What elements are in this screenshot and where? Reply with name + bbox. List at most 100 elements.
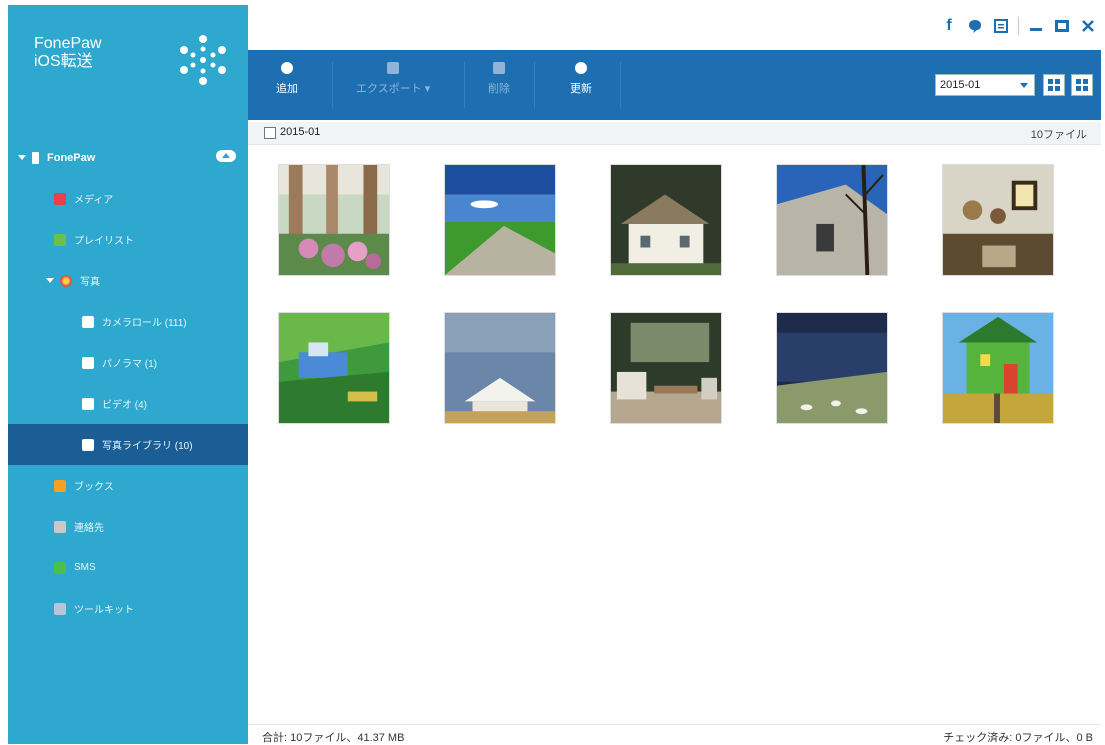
select-all-checkbox[interactable] — [264, 127, 276, 139]
date-filter-select[interactable]: 2015-01 — [935, 74, 1035, 96]
export-button[interactable]: エクスポート ▾ — [356, 62, 430, 96]
camera-icon — [82, 397, 94, 410]
export-icon — [387, 62, 400, 74]
photo-thumbnail — [445, 313, 555, 423]
sidebar-item-label: ツールキット — [74, 605, 134, 616]
eject-icon[interactable] — [216, 150, 236, 162]
sidebar-item-label: パノラマ (1) — [102, 359, 157, 370]
photos-icon — [60, 274, 72, 287]
sidebar-item-sms[interactable]: SMS — [8, 547, 248, 588]
divider — [464, 62, 465, 108]
divider — [620, 62, 621, 108]
refresh-icon — [575, 62, 587, 74]
sidebar-item-books[interactable]: ブックス — [8, 465, 248, 506]
facebook-icon[interactable]: f — [940, 17, 958, 35]
sidebar-item-contacts[interactable]: 連絡先 — [8, 506, 248, 547]
photo-lake-sheep[interactable] — [776, 312, 888, 424]
photo-kitchen-wall[interactable] — [942, 164, 1054, 276]
sidebar-item-label: 連絡先 — [74, 523, 104, 534]
sidebar-item-label: 写真ライブラリ (10) — [102, 441, 193, 452]
register-icon[interactable] — [992, 17, 1010, 35]
sidebar-item-toolkit[interactable]: ツールキット — [8, 588, 248, 629]
sidebar-item-label: ビデオ (4) — [102, 400, 147, 411]
sidebar-item-label: プレイリスト — [74, 236, 134, 247]
photo-village-aerial[interactable] — [278, 312, 390, 424]
contacts-icon — [54, 520, 66, 533]
grid-large-icon — [1048, 79, 1060, 91]
title-bar: f — [248, 5, 1105, 50]
total-status: 合計: 10ファイル、41.37 MB — [262, 732, 405, 744]
camera-icon — [82, 356, 94, 369]
photo-thumbnail — [445, 165, 555, 275]
add-button[interactable]: 追加 — [276, 62, 298, 96]
camera-icon — [82, 315, 94, 328]
trash-icon — [493, 62, 505, 74]
photo-gazebo-flowers[interactable] — [278, 164, 390, 276]
divider — [534, 62, 535, 108]
photo-thumbnail — [943, 165, 1053, 275]
sidebar-item-label: SMS — [74, 562, 96, 573]
feedback-icon[interactable] — [966, 17, 984, 35]
book-icon — [54, 479, 66, 492]
refresh-label: 更新 — [570, 83, 592, 95]
photo-grid — [248, 144, 1101, 724]
app-logo: FonePaw iOS転送 — [8, 5, 248, 115]
photo-white-house-sky[interactable] — [444, 312, 556, 424]
maximize-icon[interactable] — [1053, 17, 1071, 35]
minimize-icon[interactable] — [1027, 17, 1045, 35]
sidebar-item-label: 写真 — [80, 277, 100, 288]
delete-label: 削除 — [488, 83, 510, 95]
device-tree: FonePaw メディア プレイリスト 写真 カメラロール (111) パノラマ… — [8, 137, 248, 629]
photo-thumbnail — [279, 313, 389, 423]
plus-circle-icon — [281, 62, 293, 74]
date-filter-value: 2015-01 — [940, 79, 981, 91]
refresh-button[interactable]: 更新 — [570, 62, 592, 96]
divider — [1018, 17, 1019, 35]
sidebar-item-panorama[interactable]: パノラマ (1) — [8, 342, 248, 383]
photo-old-house-tree[interactable] — [776, 164, 888, 276]
sidebar-item-video[interactable]: ビデオ (4) — [8, 383, 248, 424]
snowflake-logo-icon — [180, 35, 226, 85]
photo-green-field-road[interactable] — [444, 164, 556, 276]
sidebar: FonePaw iOS転送 FonePaw メディア プレイリスト 写真 カメラ… — [8, 5, 248, 744]
add-label: 追加 — [276, 83, 298, 95]
iphone-icon — [32, 151, 39, 164]
group-header: 2015-01 10ファイル — [248, 122, 1101, 145]
small-grid-view-button[interactable] — [1071, 74, 1093, 96]
photo-thumbnail — [611, 313, 721, 423]
checked-status: チェック済み: 0ファイル、0 B — [943, 732, 1093, 744]
window-controls: f — [940, 17, 1097, 35]
photo-thumbnail — [777, 165, 887, 275]
sidebar-device-fonepaw[interactable]: FonePaw — [8, 137, 248, 178]
app-name-line2: iOS転送 — [34, 53, 93, 70]
sidebar-item-label: ブックス — [74, 482, 114, 493]
group-title: 2015-01 — [280, 126, 321, 138]
sidebar-item-photos[interactable]: 写真 — [8, 260, 248, 301]
sidebar-item-playlist[interactable]: プレイリスト — [8, 219, 248, 260]
divider — [332, 62, 333, 108]
photo-thatched-cottage[interactable] — [610, 164, 722, 276]
caret-down-icon[interactable] — [18, 155, 26, 160]
export-label: エクスポート ▾ — [356, 83, 431, 95]
playlist-icon — [54, 233, 66, 246]
photo-patio-furniture[interactable] — [610, 312, 722, 424]
photo-thumbnail — [611, 165, 721, 275]
close-icon[interactable] — [1079, 17, 1097, 35]
toolbar: 追加 エクスポート ▾ 削除 更新 2015-01 — [248, 50, 1101, 120]
large-grid-view-button[interactable] — [1043, 74, 1065, 96]
grid-small-icon — [1076, 79, 1088, 91]
photo-green-house-birdhouse[interactable] — [942, 312, 1054, 424]
sidebar-item-media[interactable]: メディア — [8, 178, 248, 219]
sidebar-item-camera-roll[interactable]: カメラロール (111) — [8, 301, 248, 342]
toolkit-icon — [54, 602, 66, 615]
music-icon — [54, 192, 66, 205]
status-bar: 合計: 10ファイル、41.37 MB チェック済み: 0ファイル、0 B — [248, 724, 1101, 745]
delete-button[interactable]: 削除 — [488, 62, 510, 96]
photo-thumbnail — [777, 313, 887, 423]
sidebar-item-photo-library[interactable]: 写真ライブラリ (10) — [8, 424, 248, 465]
app-name-line1: FonePaw — [34, 35, 102, 52]
caret-down-icon[interactable] — [46, 278, 54, 283]
sidebar-item-label: カメラロール (111) — [102, 318, 187, 329]
device-label: FonePaw — [47, 151, 96, 164]
app-name: FonePaw iOS転送 — [34, 35, 102, 71]
